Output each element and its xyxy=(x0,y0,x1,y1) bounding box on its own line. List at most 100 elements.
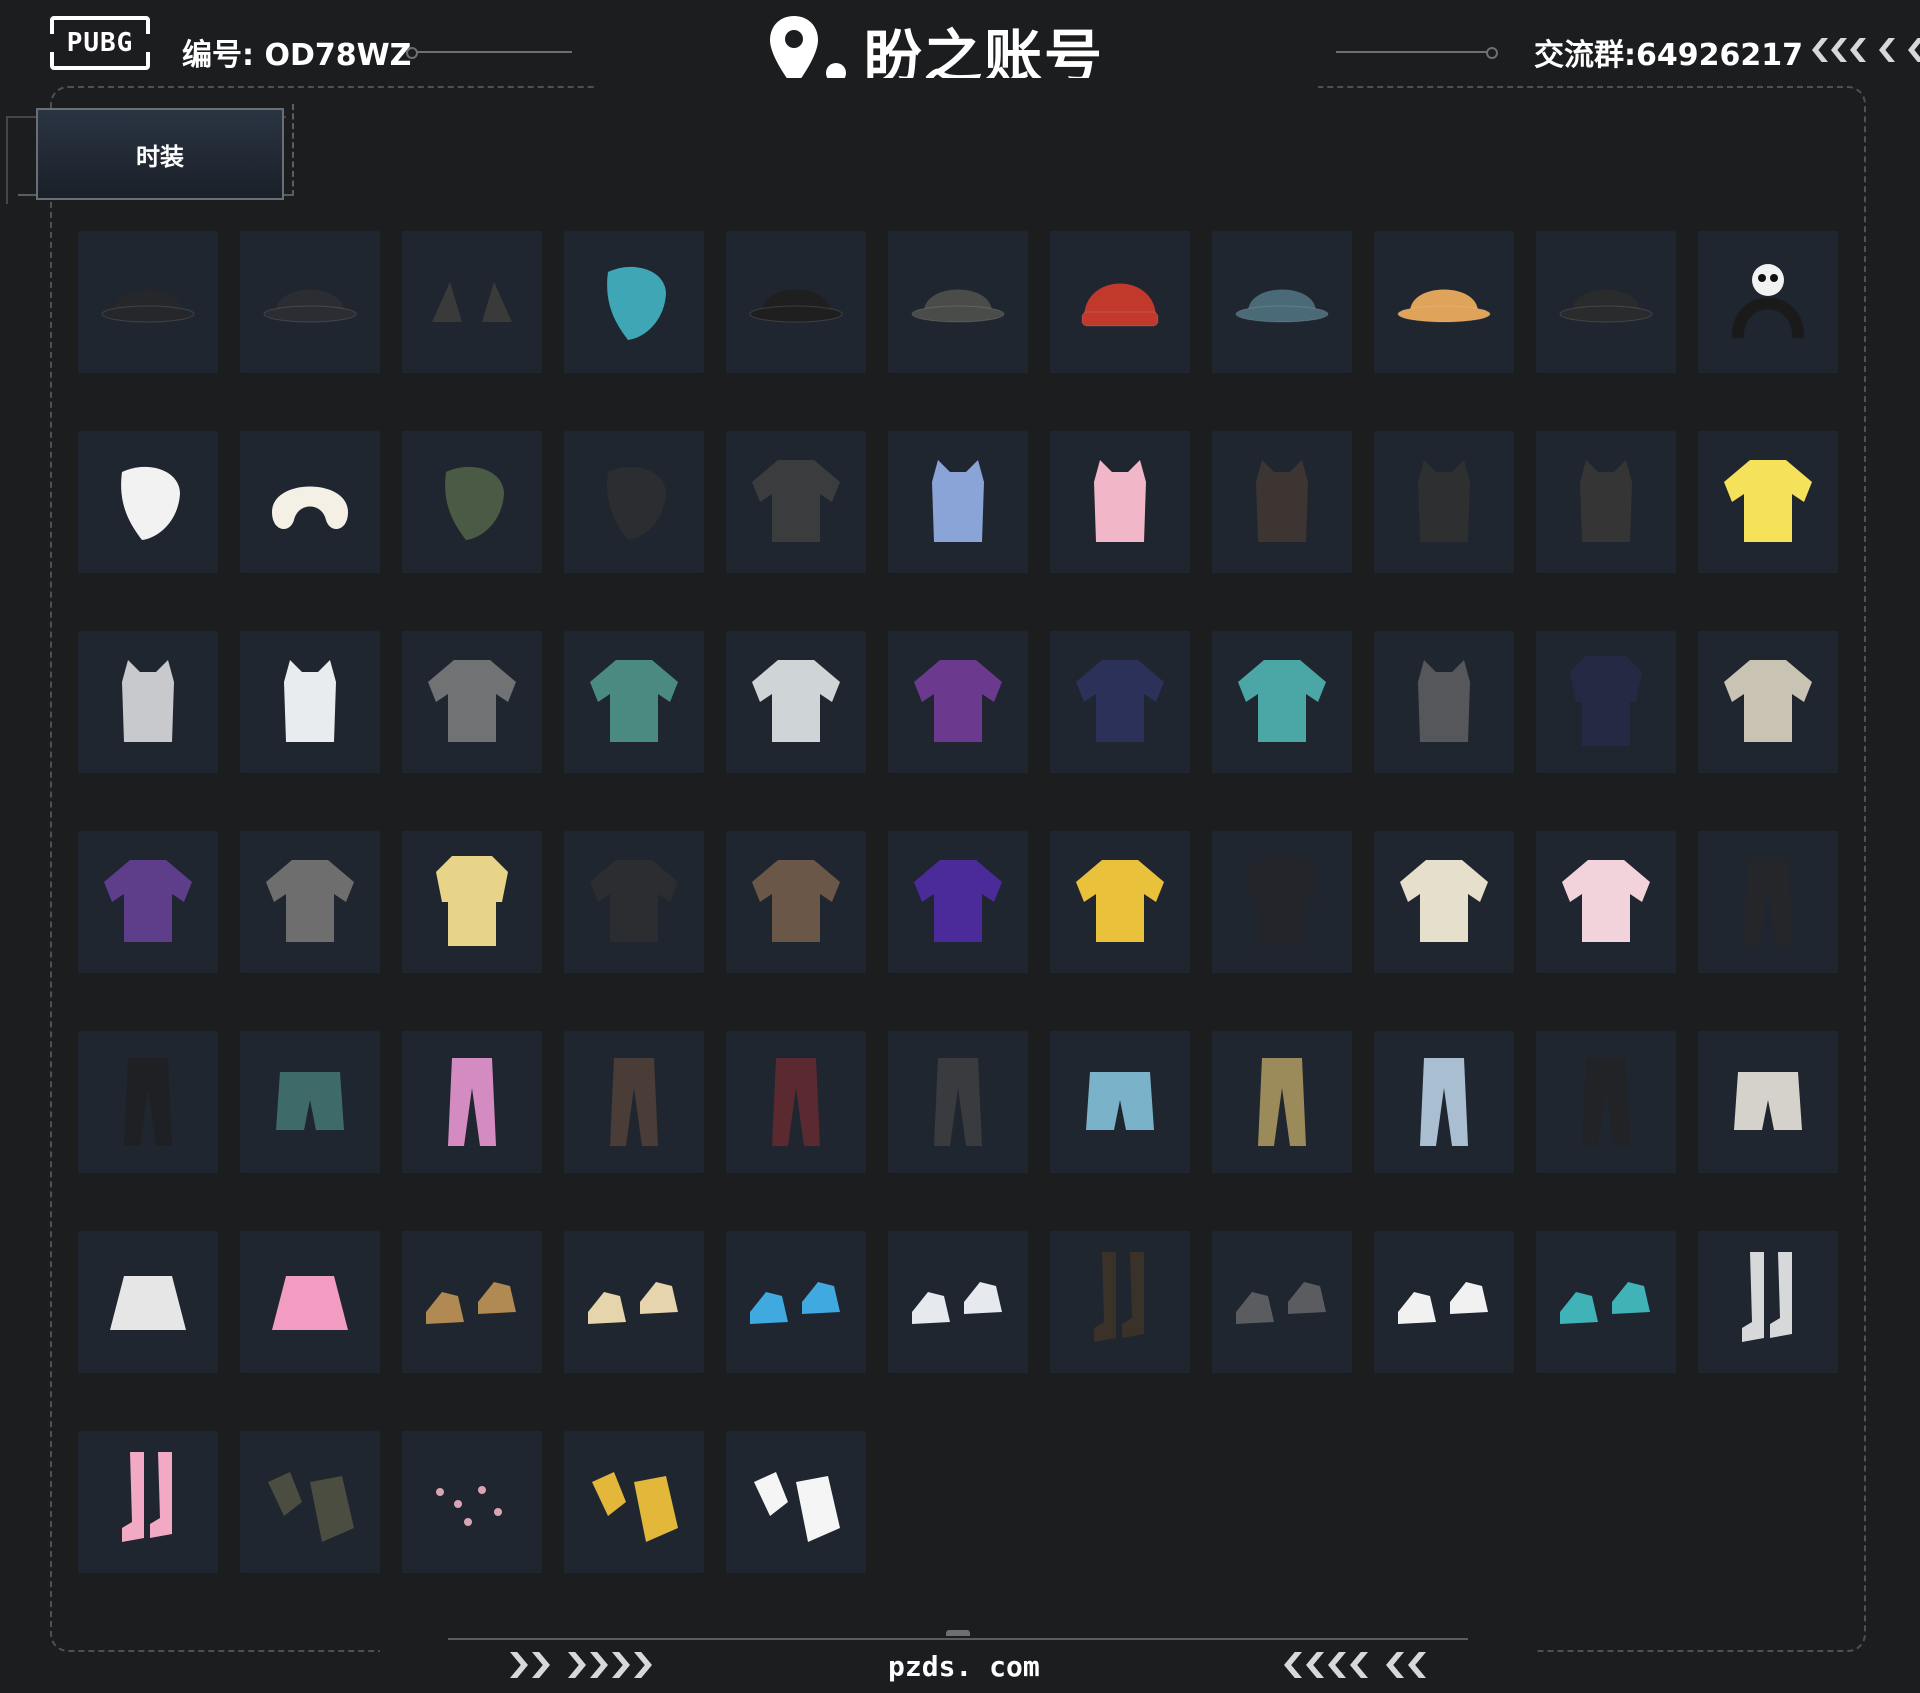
item-tile[interactable] xyxy=(1698,831,1838,973)
tactical-gloves-icon xyxy=(268,1472,354,1542)
item-tile[interactable] xyxy=(1374,231,1514,373)
item-tile[interactable] xyxy=(240,1031,380,1173)
item-tile[interactable] xyxy=(78,831,218,973)
item-tile[interactable] xyxy=(726,1031,866,1173)
item-tile[interactable] xyxy=(1536,1231,1676,1373)
item-tile[interactable] xyxy=(1536,831,1676,973)
camo-pants-icon xyxy=(1258,1058,1306,1146)
denim-shorts-icon xyxy=(1086,1072,1154,1130)
item-tile[interactable] xyxy=(402,431,542,573)
tank-top-icon xyxy=(1580,460,1632,542)
brown-leggings-icon xyxy=(610,1058,658,1146)
item-tile[interactable] xyxy=(240,1431,380,1573)
item-tile[interactable] xyxy=(1212,431,1352,573)
item-tile[interactable] xyxy=(888,1231,1028,1373)
item-tile[interactable] xyxy=(1536,431,1676,573)
item-tile[interactable] xyxy=(240,631,380,773)
baseball-helmet-icon xyxy=(263,289,357,323)
item-tile[interactable] xyxy=(564,1431,704,1573)
item-tile[interactable] xyxy=(564,231,704,373)
item-tile[interactable] xyxy=(564,431,704,573)
black-bucket-hat-icon xyxy=(101,289,195,323)
item-tile[interactable] xyxy=(726,831,866,973)
item-tile[interactable] xyxy=(402,631,542,773)
item-tile[interactable] xyxy=(1212,1031,1352,1173)
blue-bra-top-icon xyxy=(932,460,984,542)
item-tile[interactable] xyxy=(1212,831,1352,973)
item-tile[interactable] xyxy=(1374,431,1514,573)
leather-jacket-icon xyxy=(590,860,678,942)
item-tile[interactable] xyxy=(564,1231,704,1373)
item-tile[interactable] xyxy=(1050,1031,1190,1173)
item-tile[interactable] xyxy=(1698,1231,1838,1373)
wide-brim-hat-icon xyxy=(1559,289,1653,323)
pleated-skirt-icon xyxy=(110,1276,186,1330)
item-tile[interactable] xyxy=(888,231,1028,373)
item-tile[interactable] xyxy=(78,431,218,573)
grey-vest-hoodie-icon xyxy=(1418,660,1470,742)
item-tile[interactable] xyxy=(726,431,866,573)
item-tile[interactable] xyxy=(1536,631,1676,773)
item-tile[interactable] xyxy=(240,1231,380,1373)
item-tile[interactable] xyxy=(402,1231,542,1373)
item-tile[interactable] xyxy=(888,431,1028,573)
item-tile[interactable] xyxy=(564,631,704,773)
item-tile[interactable] xyxy=(1374,1031,1514,1173)
item-tile[interactable] xyxy=(1050,831,1190,973)
sailor-coat-icon xyxy=(1570,656,1642,746)
item-tile[interactable] xyxy=(888,1031,1028,1173)
item-tile[interactable] xyxy=(240,231,380,373)
item-tile[interactable] xyxy=(1050,431,1190,573)
tab-fashion[interactable]: 时装 xyxy=(36,108,284,200)
item-tile[interactable] xyxy=(726,631,866,773)
item-tile[interactable] xyxy=(240,831,380,973)
item-tile[interactable] xyxy=(78,1431,218,1573)
scroll-notch xyxy=(946,1630,970,1636)
orange-lace-shoes-icon xyxy=(1236,1282,1326,1324)
item-tile[interactable] xyxy=(1050,231,1190,373)
black-cap-icon xyxy=(749,289,843,323)
teal-hoodie-icon xyxy=(1238,660,1326,742)
grey-tee-icon xyxy=(428,660,516,742)
item-tile[interactable] xyxy=(888,831,1028,973)
purple-windbreaker-icon xyxy=(914,860,1002,942)
yellow-tee-icon xyxy=(1724,460,1812,542)
item-tile[interactable] xyxy=(1212,231,1352,373)
item-tile[interactable] xyxy=(402,231,542,373)
item-tile[interactable] xyxy=(1536,231,1676,373)
item-tile[interactable] xyxy=(402,831,542,973)
item-tile[interactable] xyxy=(888,631,1028,773)
item-tile[interactable] xyxy=(78,631,218,773)
item-tile[interactable] xyxy=(1698,231,1838,373)
chicken-mask-icon xyxy=(121,466,180,540)
item-grid xyxy=(78,231,1838,1573)
item-tile[interactable] xyxy=(726,1431,866,1573)
item-tile[interactable] xyxy=(1050,1231,1190,1373)
item-tile[interactable] xyxy=(1050,631,1190,773)
item-tile[interactable] xyxy=(1536,1031,1676,1173)
item-tile[interactable] xyxy=(1212,1231,1352,1373)
item-tile[interactable] xyxy=(78,1031,218,1173)
pink-stockings-icon xyxy=(122,1452,172,1542)
item-tile[interactable] xyxy=(726,1231,866,1373)
cat-ears-icon xyxy=(432,282,512,322)
item-tile[interactable] xyxy=(402,1431,542,1573)
item-tile[interactable] xyxy=(564,1031,704,1173)
item-tile[interactable] xyxy=(1212,631,1352,773)
red-stripe-leggings-icon xyxy=(772,1058,820,1146)
item-tile[interactable] xyxy=(1698,631,1838,773)
item-tile[interactable] xyxy=(1698,1031,1838,1173)
item-tile[interactable] xyxy=(1698,431,1838,573)
white-sneakers-icon xyxy=(912,1282,1002,1324)
item-tile[interactable] xyxy=(78,1231,218,1373)
item-tile[interactable] xyxy=(726,231,866,373)
item-tile[interactable] xyxy=(240,431,380,573)
item-tile[interactable] xyxy=(564,831,704,973)
item-tile[interactable] xyxy=(1374,1231,1514,1373)
item-tile[interactable] xyxy=(1374,831,1514,973)
item-tile[interactable] xyxy=(402,1031,542,1173)
item-tile[interactable] xyxy=(1374,631,1514,773)
black-jeans-icon xyxy=(1582,1058,1630,1146)
item-tile[interactable] xyxy=(78,231,218,373)
pink-cargo-pants-icon xyxy=(448,1058,496,1146)
